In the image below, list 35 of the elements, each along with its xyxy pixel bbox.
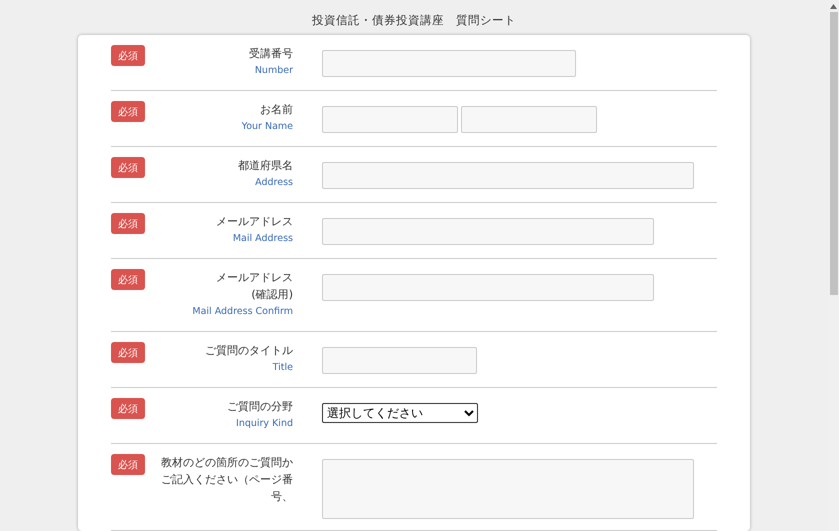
field-label-english: Address (255, 176, 293, 190)
required-badge: 必須 (111, 454, 145, 475)
field-label-english: Number (254, 64, 293, 78)
text-input[interactable] (322, 106, 458, 133)
required-badge: 必須 (111, 269, 145, 290)
field-label: 受講番号 (248, 46, 293, 62)
text-input[interactable] (322, 162, 694, 189)
required-badge: 必須 (111, 45, 145, 66)
text-input[interactable] (322, 347, 477, 374)
field-label: 都道府県名 (237, 158, 293, 174)
page-title: 投資信託・債券投資講座 質問シート (312, 13, 516, 29)
text-input[interactable] (322, 50, 576, 77)
field-label: 教材のどの箇所のご質問かご記入ください（ページ番号、 (160, 455, 293, 505)
field-label: ご質問の分野 (226, 399, 293, 415)
field-label-english: Your Name (242, 120, 293, 134)
field-label: メールアドレス (215, 214, 293, 230)
scrollbar-thumb[interactable] (830, 12, 838, 295)
field-label: メールアドレス (確認用) (215, 270, 293, 303)
text-input[interactable] (322, 274, 654, 301)
required-badge: 必須 (111, 101, 145, 122)
text-input[interactable] (461, 106, 597, 133)
scroll-up-icon (830, 4, 837, 9)
field-label-english: Title (272, 361, 293, 375)
field-label-english: Inquiry Kind (236, 417, 293, 431)
required-badge: 必須 (111, 157, 145, 178)
field-label: お名前 (259, 102, 293, 118)
field-label: ご質問のタイトル (204, 343, 293, 359)
required-badge: 必須 (111, 213, 145, 234)
field-label-english: Mail Address Confirm (192, 305, 293, 319)
dropdown-select[interactable]: 選択してください (322, 403, 478, 423)
text-input[interactable] (322, 218, 654, 245)
required-badge: 必須 (111, 342, 145, 363)
text-area[interactable] (322, 459, 694, 519)
field-label-english: Mail Address (232, 232, 293, 246)
required-badge: 必須 (111, 398, 145, 419)
